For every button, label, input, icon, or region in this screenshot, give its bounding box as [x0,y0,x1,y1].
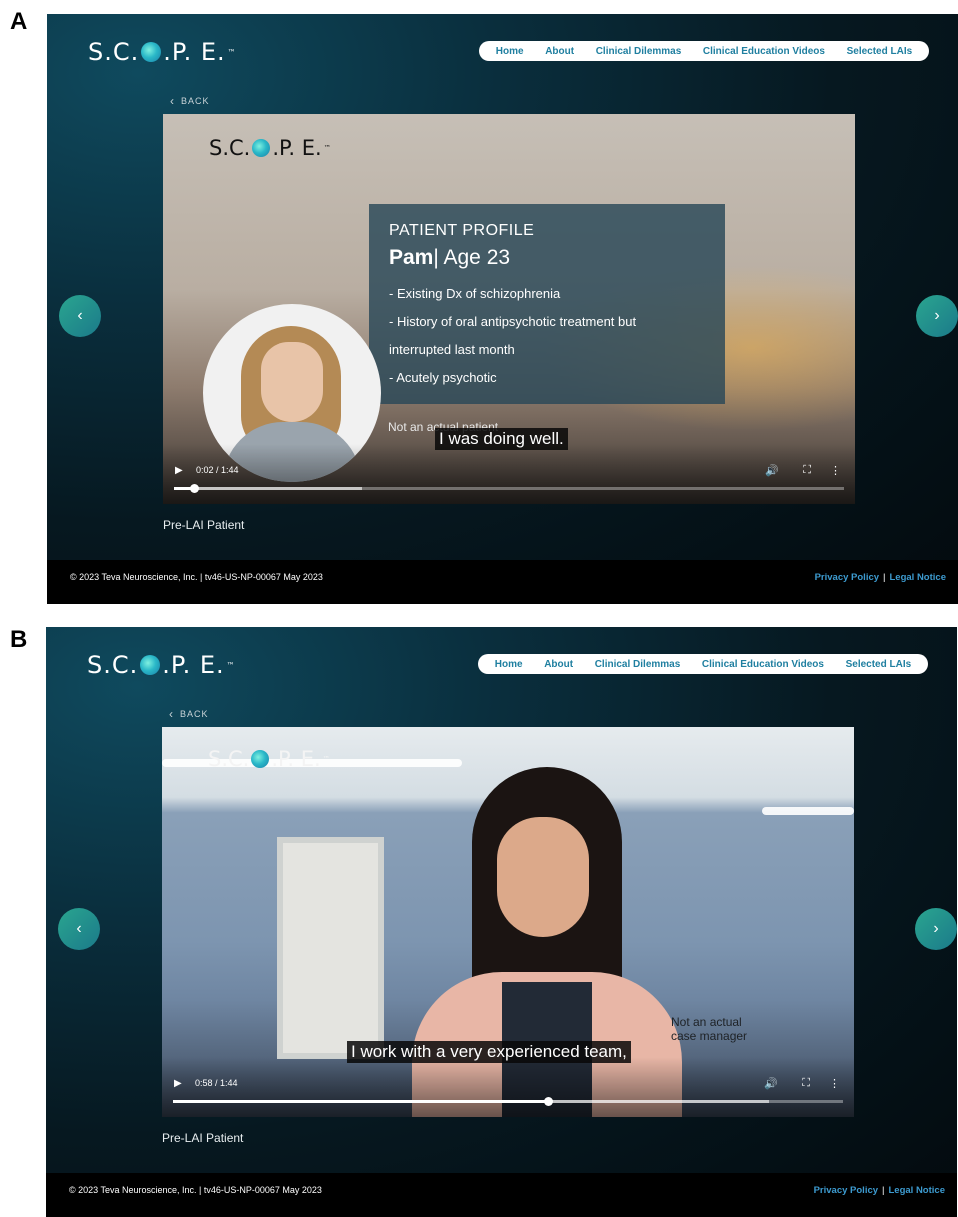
nav-about[interactable]: About [545,46,574,57]
nav-clinical-education-videos[interactable]: Clinical Education Videos [702,659,824,670]
video-controls: ▶ 0:02 / 1:44 🔊 ⛶ ⋮ [163,444,855,504]
video-logo: S.C. .P. E. ™ [208,747,330,771]
video-player[interactable]: S.C. .P. E. ™ PATIENT PROFILE Pam| Age 2… [163,114,855,504]
chevron-right-icon: › [934,307,940,324]
profile-line: - Existing Dx of schizophrenia [389,286,561,301]
globe-icon [140,655,161,675]
video-title: Pre-LAI Patient [163,518,245,532]
next-video-button[interactable]: › [915,908,957,950]
chevron-right-icon: › [933,920,939,937]
video-controls: ▶ 0:58 / 1:44 🔊 ⛶ ⋮ [162,1057,854,1117]
privacy-policy-link[interactable]: Privacy Policy [815,572,879,583]
panel-label-b: B [10,626,28,653]
footer: © 2023 Teva Neuroscience, Inc. | tv46-US… [47,560,958,604]
privacy-policy-link[interactable]: Privacy Policy [814,1185,878,1196]
profile-line: interrupted last month [389,342,515,357]
back-label: BACK [181,96,210,106]
patient-profile-card: PATIENT PROFILE Pam| Age 23 - Existing D… [369,204,725,404]
footer: © 2023 Teva Neuroscience, Inc. | tv46-US… [46,1173,957,1217]
panel-label-a: A [10,8,28,35]
footer-links: Privacy Policy | Legal Notice [814,572,947,583]
fullscreen-icon[interactable]: ⛶ [802,1077,810,1090]
globe-icon [141,42,162,62]
site-logo[interactable]: S.C. .P. E. ™ [88,38,237,66]
globe-icon [251,750,270,768]
video-logo: S.C. .P. E. ™ [209,136,331,160]
nav-home[interactable]: Home [495,659,523,670]
nav-selected-lais[interactable]: Selected LAIs [847,46,913,57]
nav-clinical-education-videos[interactable]: Clinical Education Videos [703,46,825,57]
nav-selected-lais[interactable]: Selected LAIs [846,659,912,670]
chevron-left-icon: ‹ [169,707,174,721]
previous-video-button[interactable]: ‹ [59,295,101,337]
play-icon[interactable]: ▶ [174,1078,182,1089]
copyright-text: © 2023 Teva Neuroscience, Inc. | tv46-US… [70,572,323,582]
profile-line: - Acutely psychotic [389,370,497,385]
globe-icon [252,139,271,157]
legal-notice-link[interactable]: Legal Notice [889,1185,946,1196]
video-time: 0:58 / 1:44 [195,1078,238,1088]
main-nav: Home About Clinical Dilemmas Clinical Ed… [479,41,929,61]
video-seek-bar[interactable] [174,484,844,493]
chevron-left-icon: ‹ [77,307,83,324]
copyright-text: © 2023 Teva Neuroscience, Inc. | tv46-US… [69,1185,322,1195]
played-bar [173,1100,549,1103]
next-video-button[interactable]: › [916,295,958,337]
more-options-icon[interactable]: ⋮ [829,1077,840,1090]
nav-about[interactable]: About [544,659,573,670]
footer-links: Privacy Policy | Legal Notice [813,1185,946,1196]
main-nav: Home About Clinical Dilemmas Clinical Ed… [478,654,928,674]
video-seek-bar[interactable] [173,1097,843,1106]
nav-home[interactable]: Home [496,46,524,57]
site-logo[interactable]: S.C. .P. E. ™ [87,651,236,679]
profile-line: - History of oral antipsychotic treatmen… [389,314,637,329]
screenshot-panel-a: S.C. .P. E. ™ Home About Clinical Dilemm… [47,14,958,604]
play-icon[interactable]: ▶ [175,465,183,476]
buffered-bar [174,487,362,490]
disclaimer-text: Not an actual case manager [671,1015,748,1043]
volume-icon[interactable]: 🔊 [764,1077,778,1090]
ceiling-light [762,807,854,815]
nav-clinical-dilemmas[interactable]: Clinical Dilemmas [596,46,682,57]
background-door [277,837,384,1059]
back-label: BACK [180,709,209,719]
video-player[interactable]: S.C. .P. E. ™ Not an actual case manager… [162,727,854,1117]
back-link[interactable]: ‹ BACK [170,94,210,108]
fullscreen-icon[interactable]: ⛶ [803,464,811,477]
seek-handle[interactable] [544,1097,554,1106]
profile-name-age: Pam| Age 23 [389,246,511,269]
legal-notice-link[interactable]: Legal Notice [890,572,947,583]
chevron-left-icon: ‹ [76,920,82,937]
profile-title: PATIENT PROFILE [389,222,535,239]
previous-video-button[interactable]: ‹ [58,908,100,950]
screenshot-panel-b: S.C. .P. E. ™ Home About Clinical Dilemm… [46,627,957,1217]
seek-handle[interactable] [190,484,200,493]
video-title: Pre-LAI Patient [162,1131,244,1145]
video-time: 0:02 / 1:44 [196,465,239,475]
back-link[interactable]: ‹ BACK [169,707,209,721]
more-options-icon[interactable]: ⋮ [830,464,841,477]
volume-icon[interactable]: 🔊 [765,464,779,477]
chevron-left-icon: ‹ [170,94,175,108]
nav-clinical-dilemmas[interactable]: Clinical Dilemmas [595,659,681,670]
